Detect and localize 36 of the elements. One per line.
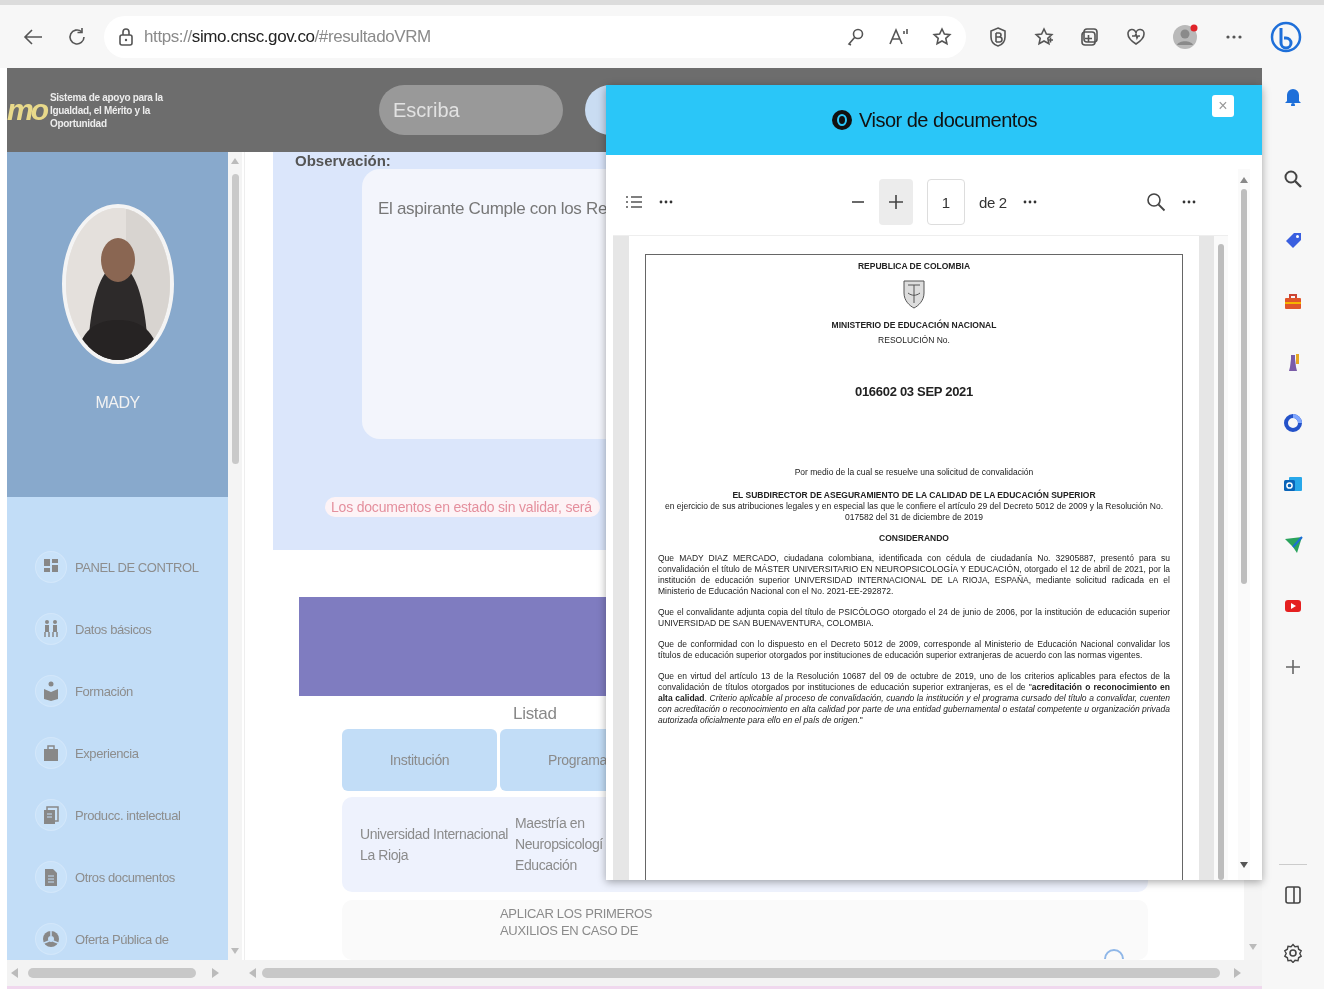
document-paragraph: Que el convalidante adjunta copia del título de PSICÓLOGO otorgado el 24 de junio de 2006, por la institución de educación superior UNIVERSIDAD DE SAN BUENAVENTURA, COLOMBIA.: [658, 607, 1170, 629]
nav-item[interactable]: Experiencia: [75, 745, 139, 761]
document-paragraph: Que de conformidad con lo dispuesto en el Decreto 5012 de 2009, corresponde al Ministerio de Educación Nacional convalidar los títulos de educación superior otorgados por instituciones de educación superior extranjeras de acuerdo con las normas vigentes.: [658, 639, 1170, 661]
section-title: Listad: [513, 704, 557, 724]
document-heading: REPUBLICA DE COLOMBIA: [856, 261, 972, 272]
logo-mark: mo: [7, 93, 46, 127]
document-paragraph: en ejercicio de sus atribuciones legales y en especial las que le confiere el artículo 29 del Decreto 5012 de 2009 y la Resolución No. 017582 del 31 de diciembre de 2019: [664, 501, 1164, 523]
close-button[interactable]: ×: [1212, 95, 1234, 117]
page-count: de 2: [979, 193, 1007, 211]
document-heading: MINISTERIO DE EDUCACIÓN NACIONAL: [830, 320, 998, 331]
nav-item[interactable]: Formación: [75, 683, 133, 699]
document-subject: Por medio de la cual se resuelve una solicitud de convalidación: [793, 467, 1035, 478]
nav-item[interactable]: PANEL DE CONTROL: [75, 559, 199, 575]
document-paragraph: Que MADY DIAZ MERCADO, ciudadana colombiana, identificada con cédula de ciudadanía No. 32905887, presentó para su convalidación el título de MÁSTER UNIVERSITARIO EN NEUROPSICOLOGÍA Y EDUCACIÓN, otorgado el 12 de abril de 2021, por la institución de educación superior UNIVERSIDAD INTERNACIONAL DE LA RIOJA, ESPAÑA, mediante solicitud radicada en el Ministerio de Educación Nacional con el No. 2021-EE-292872.: [658, 553, 1170, 597]
document-heading: EL SUBDIRECTOR DE ASEGURAMIENTO DE LA CALIDAD DE LA EDUCACIÓN SUPERIOR: [731, 490, 1097, 501]
notice-text: Los documentos en estado sin validar, será: [325, 497, 600, 517]
profile-name: MADY: [95, 394, 140, 412]
document-heading: CONSIDERANDO: [878, 533, 950, 544]
logo-text: Sistema de apoyo para la Igualdad, el Mérito y la Oportunidad: [50, 90, 164, 130]
document-heading: RESOLUCIÓN No.: [877, 335, 951, 346]
nav-item[interactable]: Producc. intelectual: [75, 807, 181, 823]
address-bar[interactable]: https://simo.cnsc.gov.co/#resultadoVRM: [104, 15, 966, 58]
nav-item[interactable]: Otros documentos: [75, 869, 175, 885]
nav-item[interactable]: Datos básicos: [75, 621, 152, 637]
nav-item[interactable]: Oferta Pública de: [75, 931, 169, 947]
search-field[interactable]: Escriba: [379, 85, 563, 135]
table-cell-text: Universidad Internacional La Rioja: [360, 824, 509, 865]
page-number-field[interactable]: 1: [927, 179, 965, 225]
column-header: Institución: [342, 729, 497, 791]
table-cell-text: APLICAR LOS PRIMEROS AUXILIOS EN CASO DE: [500, 905, 654, 939]
table-cell-text: Maestría en Neuropsicologí Educación: [515, 814, 604, 875]
document-paragraph: Que en virtud del artículo 13 de la Resolución 10687 del 09 de octubre de 2019, uno de los criterios aplicables para efectos de la convalidación de títulos otorgados por instituciones de educación superior extranjeras, es el de "acreditación o reconocimiento en alta calidad. Criterio aplicable al proceso de convalidación, cuando la institución y el programa cursado del título a convalidar, cuenten con acreditación o reconocimiento en alta calidad por parte de una entidad gubernamental o estatal competente u organización privada autorizada oficialmente para ello en el país de origen.": [658, 671, 1170, 726]
url-text: https://simo.cnsc.gov.co/#resultadoVRM: [144, 26, 432, 47]
resolution-number: 016602 03 SEP 2021: [854, 386, 974, 397]
field-label: Observación:: [295, 152, 392, 169]
dialog-title: Visor de documentos: [859, 108, 1037, 132]
